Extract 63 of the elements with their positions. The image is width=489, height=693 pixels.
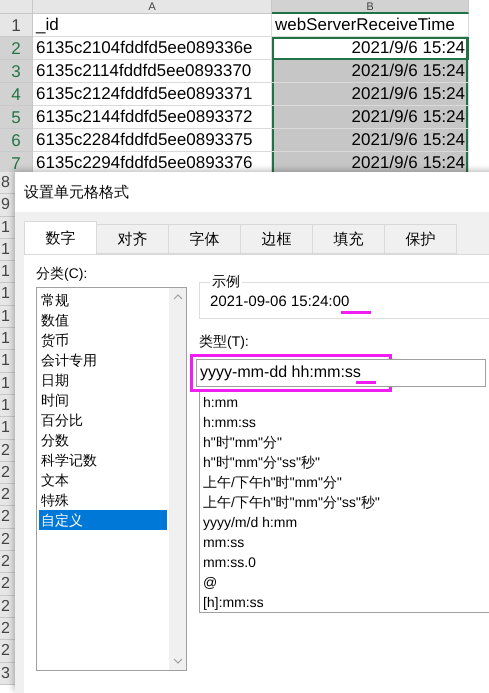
row-header[interactable]: 4 — [0, 83, 33, 106]
category-item[interactable]: 数值 — [39, 310, 167, 330]
table-cell: 2021/9/6 15:24 — [272, 60, 469, 83]
scroll-down-icon[interactable] — [172, 658, 182, 664]
category-item[interactable]: 特殊 — [39, 490, 167, 510]
tab[interactable]: 对齐 — [96, 224, 169, 254]
table-cell: webServerReceiveTime — [272, 14, 469, 37]
row-header[interactable]: 6 — [0, 129, 33, 152]
category-item[interactable]: 货币 — [39, 330, 167, 350]
table-cell: 2021/9/6 15:24 — [272, 106, 469, 129]
table-cell: 2021/9/6 15:24 — [272, 83, 469, 106]
category-item[interactable]: 常规 — [39, 290, 167, 310]
category-item[interactable]: 科学记数 — [39, 450, 167, 470]
table-cell: _id — [33, 14, 272, 37]
type-option[interactable]: [h]:mm:ss — [203, 592, 489, 612]
row-header[interactable]: 2 — [0, 37, 33, 60]
sample-value: 2021-09-06 15:24:00 — [210, 293, 350, 311]
table-cell: 2021/9/6 15:24 — [272, 129, 469, 152]
category-item[interactable]: 文本 — [39, 470, 167, 490]
type-option[interactable]: yyyy/m/d h:mm — [203, 512, 489, 532]
corner-cell[interactable] — [0, 0, 33, 14]
column-header[interactable]: A — [33, 0, 272, 14]
table-cell: 6135c2144fddfd5ee0893372 — [33, 106, 272, 129]
table-cell: 6135c2104fddfd5ee089336e — [33, 37, 272, 60]
row-header[interactable]: 1 — [0, 14, 33, 37]
table-cell: 6135c2284fddfd5ee0893375 — [33, 129, 272, 152]
type-option[interactable]: h:mm — [203, 392, 489, 412]
tab[interactable]: 填充 — [312, 224, 385, 254]
type-option[interactable]: 上午/下午h"时"mm"分"ss"秒" — [203, 492, 489, 512]
category-item[interactable]: 日期 — [39, 370, 167, 390]
type-option[interactable]: h:mm:ss — [203, 412, 489, 432]
row-header[interactable]: 5 — [0, 106, 33, 129]
scroll-up-icon[interactable] — [172, 294, 182, 300]
category-item[interactable]: 会计专用 — [39, 350, 167, 370]
category-item[interactable]: 自定义 — [39, 510, 167, 530]
row-header[interactable]: 3 — [0, 60, 33, 83]
dialog-title: 设置单元格格式 — [24, 182, 129, 202]
tab[interactable]: 保护 — [384, 224, 457, 254]
column-header[interactable]: B — [272, 0, 469, 14]
category-item[interactable]: 分数 — [39, 430, 167, 450]
type-option[interactable]: @ — [203, 572, 489, 592]
type-list[interactable]: h:mm h:mm:ss h"时"mm"分" h"时"mm"分"ss"秒" 上午/下午h"时"mm"分" 上午/下午h"时"mm"分"ss"秒" yyyy/m/d h:mm mm:ss mm:ss.0 @ [h]:mm:ss — [199, 390, 489, 613]
category-item[interactable]: 百分比 — [39, 410, 167, 430]
table-cell: 2021/9/6 15:24 — [272, 37, 469, 60]
underline-mark — [341, 311, 371, 314]
tab[interactable]: 字体 — [168, 224, 241, 254]
type-label: 类型(T): — [199, 333, 250, 351]
type-option[interactable]: h"时"mm"分"ss"秒" — [203, 452, 489, 472]
type-option[interactable]: h"时"mm"分" — [203, 432, 489, 452]
type-option[interactable]: mm:ss.0 — [203, 552, 489, 572]
sample-label: 示例 — [211, 273, 241, 291]
underline-mark — [356, 381, 376, 384]
tab[interactable]: 数字 — [24, 221, 97, 254]
type-option[interactable]: mm:ss — [203, 532, 489, 552]
table-cell: 6135c2114fddfd5ee0893370 — [33, 60, 272, 83]
category-item[interactable]: 时间 — [39, 390, 167, 410]
category-list[interactable]: 常规 数值 货币 会计专用 日期 时间 百分比 分数 科学记数 文本 特殊 自定义 — [36, 287, 187, 671]
scrollbar[interactable] — [169, 288, 186, 670]
category-label: 分类(C): — [36, 265, 88, 283]
type-option[interactable]: 上午/下午h"时"mm"分" — [203, 472, 489, 492]
tab[interactable]: 边框 — [240, 224, 313, 254]
type-input[interactable]: yyyy-mm-dd hh:mm:ss — [196, 359, 486, 387]
table-cell: 6135c2124fddfd5ee0893371 — [33, 83, 272, 106]
